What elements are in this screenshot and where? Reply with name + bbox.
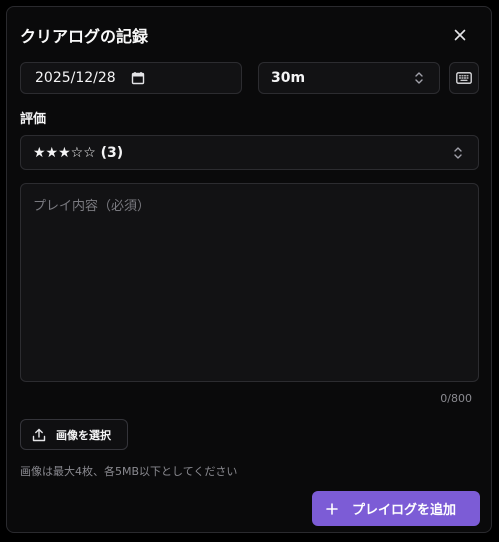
duration-value: 30m [271,70,306,86]
duration-select[interactable]: 30m [258,62,440,94]
select-image-button[interactable]: 画像を選択 [20,419,128,450]
rating-select[interactable]: ★★★☆☆ (3) [20,135,479,170]
date-input[interactable]: 2025/12/28 [20,62,242,94]
dialog-title: クリアログの記録 [20,27,149,46]
image-hint: 画像は最大4枚、各5MB以下としてください [20,465,238,478]
char-counter: 0/800 [440,392,472,405]
plus-icon [326,502,338,515]
keyboard-icon [456,72,472,84]
date-value: 2025/12/28 [35,70,116,86]
rating-label: 評価 [20,112,47,127]
clear-log-dialog: クリアログの記録 2025/12/28 30m 評価 ★★★☆☆ (3) プレイ… [6,6,492,533]
select-image-label: 画像を選択 [56,428,111,442]
chevron-up-down-icon [415,72,423,84]
rating-value: ★★★☆☆ (3) [33,144,124,161]
play-content-textarea[interactable]: プレイ内容（必須） [20,183,479,382]
play-content-placeholder: プレイ内容（必須） [33,199,151,214]
upload-icon [32,428,46,441]
add-play-log-label: プレイログを追加 [352,503,457,518]
add-play-log-button[interactable]: プレイログを追加 [312,491,480,526]
chevron-up-down-icon [454,147,462,159]
close-button[interactable] [448,23,472,47]
close-icon [454,29,466,41]
keyboard-input-button[interactable] [449,62,479,94]
calendar-icon[interactable] [131,71,145,85]
